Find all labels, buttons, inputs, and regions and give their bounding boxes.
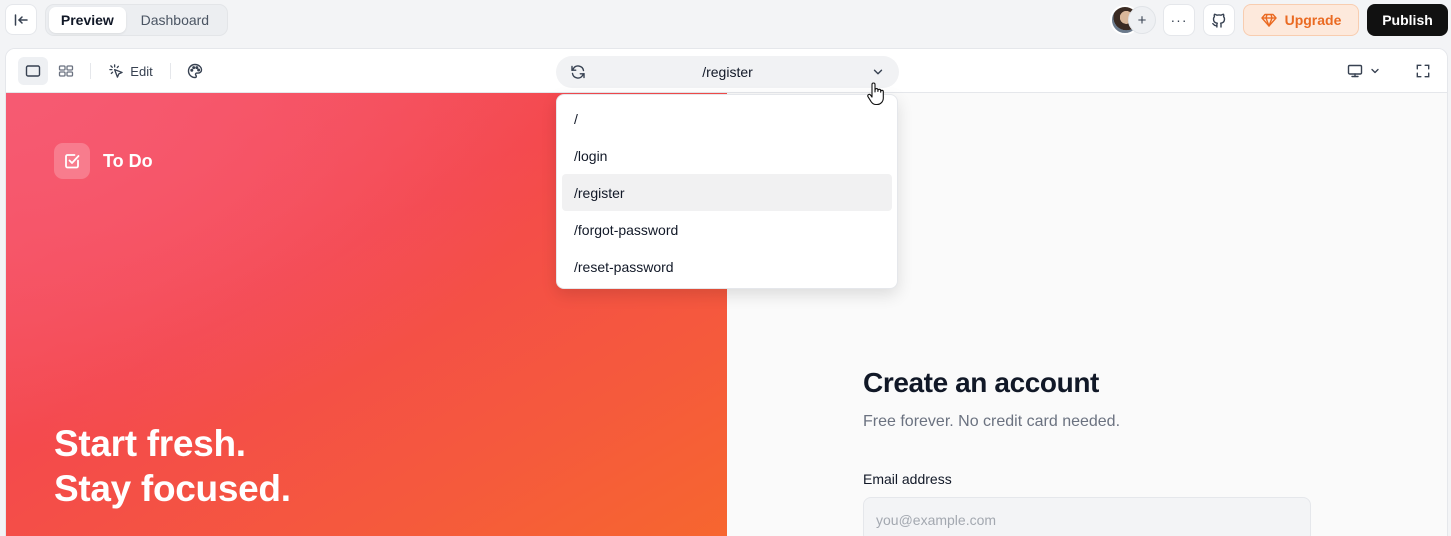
single-view-icon — [25, 65, 41, 77]
edit-button[interactable]: Edit — [102, 57, 160, 85]
github-icon — [1212, 13, 1226, 28]
route-option-forgot-password[interactable]: /forgot-password — [562, 211, 892, 248]
single-view-button[interactable] — [18, 57, 48, 85]
chevron-down-icon — [873, 69, 883, 75]
publish-button[interactable]: Publish — [1367, 4, 1448, 36]
tab-dashboard[interactable]: Dashboard — [126, 7, 224, 33]
view-mode-tabs: Preview Dashboard — [45, 4, 228, 36]
more-options-button[interactable]: ··· — [1163, 4, 1195, 36]
preview-toolbar: Edit /register — [6, 49, 1447, 93]
top-bar: Preview Dashboard + ··· Upgrade Publish — [0, 0, 1451, 40]
page-subtitle: Free forever. No credit card needed. — [863, 413, 1121, 430]
upgrade-label: Upgrade — [1284, 12, 1342, 28]
gem-icon — [1260, 13, 1277, 27]
edit-label: Edit — [130, 63, 153, 79]
page-title: Create an account — [863, 367, 1099, 398]
collapse-sidebar-button[interactable] — [5, 4, 37, 35]
fullscreen-button[interactable] — [1408, 57, 1438, 85]
palette-icon — [187, 63, 203, 79]
toolbar-divider — [170, 63, 171, 79]
collaborators: + — [1110, 5, 1156, 35]
route-value: /register — [702, 64, 753, 80]
app-logo[interactable]: To Do — [54, 143, 153, 179]
github-button[interactable] — [1203, 4, 1235, 36]
route-dropdown-menu: / /login /register /forgot-password /res… — [556, 94, 898, 289]
theme-button[interactable] — [180, 57, 210, 85]
route-option-register[interactable]: /register — [562, 174, 892, 211]
route-select[interactable]: /register — [556, 56, 899, 88]
email-label: Email address — [863, 471, 952, 487]
grid-view-button[interactable] — [51, 57, 81, 85]
hero-headline-line2: Stay focused. — [54, 468, 291, 509]
toolbar-divider — [90, 63, 91, 79]
grid-view-icon — [58, 65, 74, 77]
route-option-root[interactable]: / — [562, 100, 892, 137]
checkbox-icon — [65, 154, 80, 169]
cursor-click-icon — [109, 63, 124, 78]
tab-preview[interactable]: Preview — [49, 7, 126, 33]
route-option-reset-password[interactable]: /reset-password — [562, 248, 892, 285]
upgrade-button[interactable]: Upgrade — [1243, 4, 1359, 36]
hero-headline-line1: Start fresh. — [54, 423, 246, 464]
fullscreen-icon — [1416, 64, 1430, 78]
logo-text: To Do — [103, 150, 153, 171]
monitor-icon — [1347, 64, 1363, 78]
chevron-down-icon — [1371, 68, 1379, 74]
device-select[interactable] — [1342, 57, 1386, 85]
hand-pointer-icon — [867, 82, 884, 106]
logo-badge — [54, 143, 90, 179]
route-option-login[interactable]: /login — [562, 137, 892, 174]
collapse-sidebar-icon — [14, 13, 28, 26]
email-field[interactable] — [863, 497, 1311, 536]
add-collaborator-button[interactable]: + — [1128, 6, 1156, 34]
